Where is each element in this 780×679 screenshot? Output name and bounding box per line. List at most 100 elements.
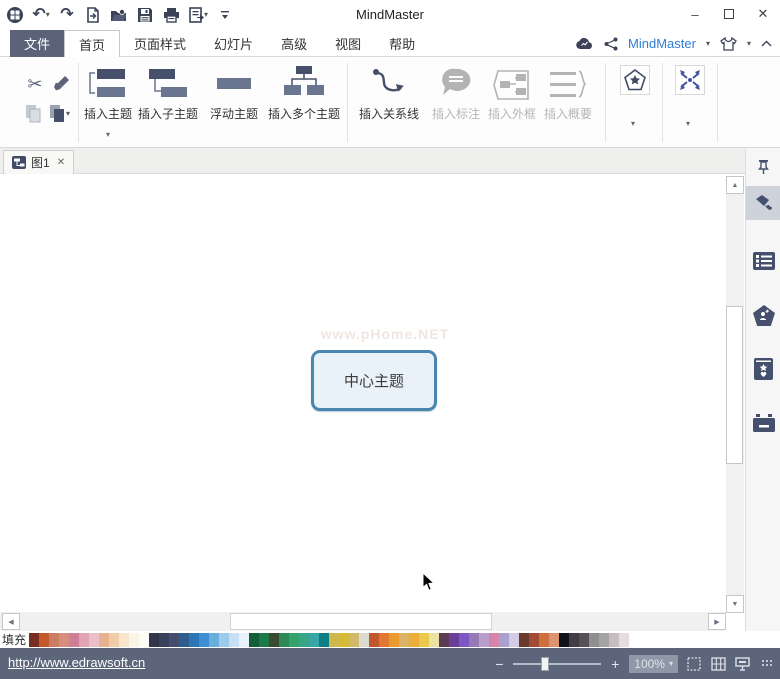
palette-swatch[interactable] — [29, 632, 40, 647]
tab-slides[interactable]: 幻灯片 — [200, 30, 267, 57]
palette-swatch[interactable] — [39, 632, 50, 647]
palette-swatch[interactable] — [159, 632, 170, 647]
resize-grip[interactable] — [762, 659, 774, 668]
scroll-down-button[interactable]: ▼ — [726, 595, 744, 613]
palette-swatch[interactable] — [49, 632, 60, 647]
zoom-slider-handle[interactable] — [541, 656, 550, 671]
palette-swatch[interactable] — [359, 632, 370, 647]
palette-swatch[interactable] — [609, 632, 620, 647]
customize-toolbar-button[interactable] — [216, 5, 234, 25]
palette-swatch[interactable] — [99, 632, 110, 647]
scroll-right-button[interactable]: ▶ — [708, 613, 726, 630]
presentation-button[interactable] — [734, 656, 750, 672]
insert-multiple-topics-button[interactable]: 插入多个主题 — [266, 61, 342, 145]
palette-swatch[interactable] — [339, 632, 350, 647]
palette-swatch[interactable] — [499, 632, 510, 647]
close-button[interactable]: ✕ — [746, 0, 780, 28]
zoom-out-button[interactable]: − — [493, 656, 505, 672]
palette-swatch[interactable] — [579, 632, 590, 647]
task-panel-button[interactable] — [746, 406, 780, 440]
tab-page-style[interactable]: 页面样式 — [120, 30, 200, 57]
clipart-panel-button[interactable] — [746, 298, 780, 332]
undo-dropdown-icon[interactable]: ▾ — [46, 11, 50, 19]
palette-swatch[interactable] — [519, 632, 530, 647]
insert-summary-button[interactable]: 插入概要 — [542, 61, 594, 145]
palette-swatch[interactable] — [239, 632, 250, 647]
insert-subtopic-button[interactable]: 插入子主题 — [136, 61, 200, 145]
export-button[interactable]: ▾ — [188, 5, 208, 25]
website-link[interactable]: http://www.edrawsoft.cn — [8, 655, 145, 670]
zoom-slider[interactable] — [513, 656, 602, 671]
palette-swatch[interactable] — [509, 632, 520, 647]
symbols-panel-button[interactable] — [746, 352, 780, 386]
palette-swatch[interactable] — [309, 632, 320, 647]
horizontal-scrollbar[interactable]: ◀ ▶ — [0, 612, 726, 631]
palette-swatch[interactable] — [559, 632, 570, 647]
open-button[interactable] — [110, 5, 128, 25]
export-dropdown-icon[interactable]: ▾ — [204, 11, 208, 19]
theme-dropdown-icon[interactable]: ▾ — [747, 39, 751, 48]
scroll-left-button[interactable]: ◀ — [2, 613, 20, 630]
palette-swatch[interactable] — [529, 632, 540, 647]
palette-swatch[interactable] — [209, 632, 220, 647]
tab-home[interactable]: 首页 — [64, 30, 121, 58]
format-panel-button[interactable] — [746, 186, 780, 220]
clipart-gallery-button[interactable] — [620, 65, 650, 95]
palette-swatch[interactable] — [619, 632, 630, 647]
tab-advanced[interactable]: 高级 — [267, 30, 321, 57]
fit-page-button[interactable] — [686, 656, 702, 672]
palette-swatch[interactable] — [459, 632, 470, 647]
palette-swatch[interactable] — [259, 632, 270, 647]
palette-swatch[interactable] — [489, 632, 500, 647]
paste-button[interactable]: ▾ — [46, 101, 72, 127]
palette-swatch[interactable] — [319, 632, 330, 647]
document-tab[interactable]: 图1 ✕ — [3, 150, 75, 174]
palette-swatch[interactable] — [299, 632, 310, 647]
palette-swatch[interactable] — [229, 632, 240, 647]
palette-swatch[interactable] — [269, 632, 280, 647]
palette-swatch[interactable] — [349, 632, 360, 647]
undo-button[interactable]: ↶ ▾ — [32, 5, 50, 25]
palette-swatch[interactable] — [399, 632, 410, 647]
vertical-scrollbar[interactable]: ▲ ▼ — [726, 176, 744, 613]
vertical-scrollbar-thumb[interactable] — [726, 306, 743, 464]
share-icon[interactable] — [604, 37, 618, 51]
layout-connector-button[interactable] — [675, 65, 705, 95]
new-document-button[interactable] — [84, 5, 102, 25]
palette-swatch[interactable] — [569, 632, 580, 647]
clipart-dropdown-icon[interactable]: ▾ — [631, 119, 635, 128]
collapse-ribbon-icon[interactable] — [761, 40, 772, 47]
cloud-icon[interactable] — [575, 37, 594, 50]
minimize-button[interactable]: – — [678, 0, 712, 28]
palette-swatch[interactable] — [129, 632, 140, 647]
palette-swatch[interactable] — [89, 632, 100, 647]
palette-swatch[interactable] — [199, 632, 210, 647]
insert-relationship-button[interactable]: 插入关系线 — [352, 61, 426, 145]
floating-topic-button[interactable]: 浮动主题 — [206, 61, 262, 145]
account-name[interactable]: MindMaster — [628, 36, 696, 51]
canvas[interactable]: www.pHome.NET 中心主题 — [0, 174, 745, 612]
palette-swatch[interactable] — [549, 632, 560, 647]
palette-swatch[interactable] — [169, 632, 180, 647]
palette-swatch[interactable] — [479, 632, 490, 647]
palette-swatch[interactable] — [139, 632, 150, 647]
palette-swatch[interactable] — [409, 632, 420, 647]
palette-swatch[interactable] — [589, 632, 600, 647]
palette-swatch[interactable] — [279, 632, 290, 647]
paste-dropdown-icon[interactable]: ▾ — [66, 110, 70, 118]
layout-dropdown-icon[interactable]: ▾ — [686, 119, 690, 128]
format-painter-button[interactable] — [48, 71, 74, 97]
palette-swatch[interactable] — [109, 632, 120, 647]
zoom-in-button[interactable]: + — [609, 656, 621, 672]
zoom-level-select[interactable]: 100% ▾ — [629, 654, 678, 673]
palette-swatch[interactable] — [379, 632, 390, 647]
outline-panel-button[interactable] — [746, 244, 780, 278]
palette-swatch[interactable] — [189, 632, 200, 647]
palette-swatch[interactable] — [289, 632, 300, 647]
cut-button[interactable]: ✂ — [22, 71, 48, 97]
palette-swatch[interactable] — [369, 632, 380, 647]
insert-boundary-button[interactable]: 插入外框 — [486, 61, 538, 145]
document-tab-close-icon[interactable]: ✕ — [57, 157, 65, 168]
insert-topic-dropdown-icon[interactable]: ▾ — [106, 130, 110, 139]
palette-swatch[interactable] — [249, 632, 260, 647]
